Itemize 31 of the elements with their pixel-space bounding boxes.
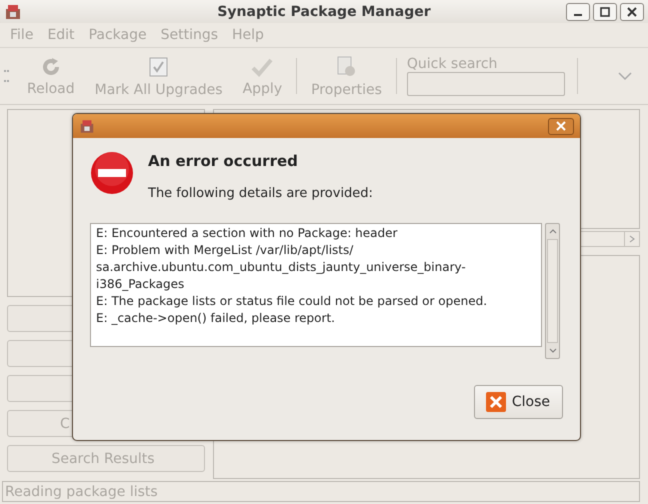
close-button[interactable]: Close <box>474 385 563 419</box>
status-text: Reading package lists <box>5 484 158 500</box>
minimize-button[interactable] <box>566 2 590 20</box>
maximize-button[interactable] <box>593 2 617 20</box>
package-icon <box>4 4 22 20</box>
error-line: sa.archive.ubuntu.com_ubuntu_dists_jaunty_universe_binary- <box>96 259 466 276</box>
menu-item[interactable]: Help <box>232 27 264 43</box>
close-icon <box>627 6 637 16</box>
close-icon <box>486 392 506 412</box>
toolbar-grip-icon <box>4 70 7 82</box>
error-line: E: The package lists or status file could not be parsed or opened. <box>96 293 488 310</box>
window-title: Synaptic Package Manager <box>216 4 432 20</box>
menu-item[interactable]: File <box>10 27 34 43</box>
quick-search-label: Quick search <box>406 56 498 72</box>
close-button[interactable] <box>620 2 644 20</box>
menu-item[interactable]: Edit <box>47 27 75 43</box>
error-line: i386_Packages <box>96 276 184 293</box>
vertical-scrollbar[interactable] <box>545 223 560 359</box>
error-line: E: _cache->open() failed, please report. <box>96 310 335 327</box>
dialog-heading: An error occurred <box>148 152 299 170</box>
close-button[interactable] <box>548 118 574 134</box>
menu-item[interactable]: Settings <box>160 27 218 43</box>
close-icon <box>556 121 566 131</box>
menu-item[interactable]: Package <box>88 27 147 43</box>
error-line: E: Problem with MergeList /var/lib/apt/lists/ <box>96 242 354 259</box>
maximize-icon <box>600 6 610 16</box>
error-icon <box>90 151 134 195</box>
error-line: E: Encountered a section with no Package: header <box>96 225 398 242</box>
minimize-icon <box>574 14 582 16</box>
dialog-message: The following details are provided: <box>148 186 373 201</box>
package-icon <box>79 118 95 134</box>
